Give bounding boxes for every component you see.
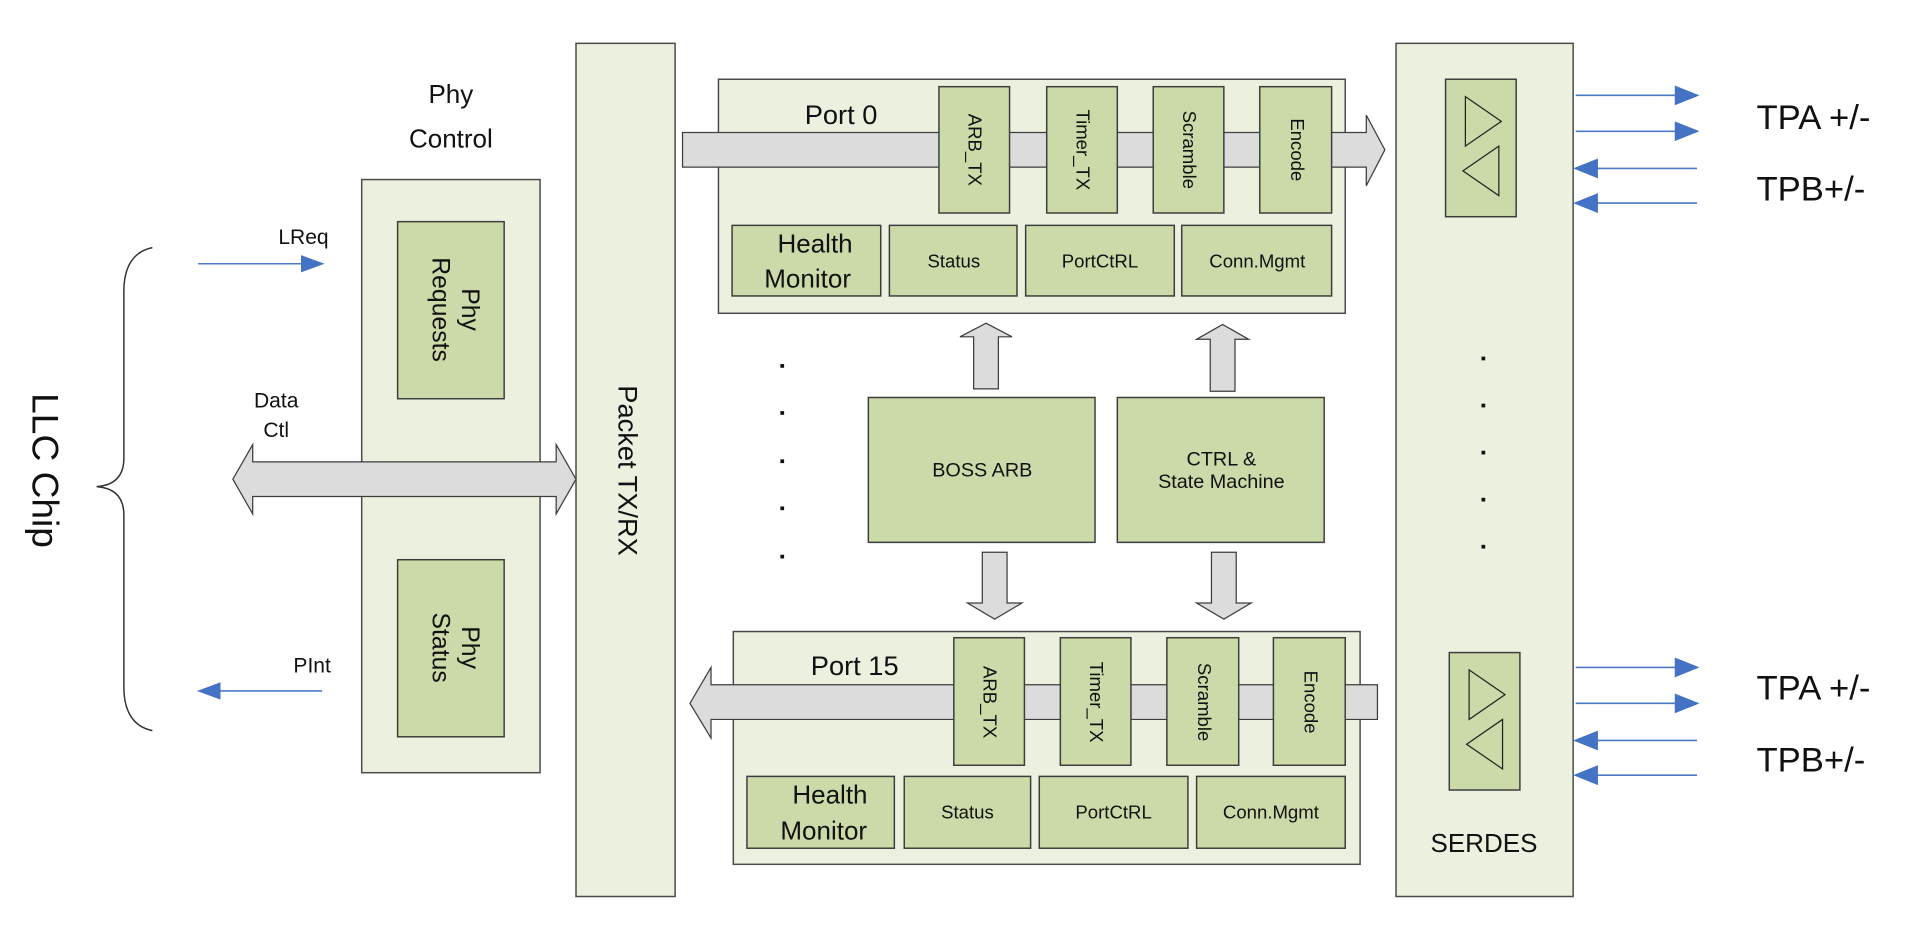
tpa-top-label: TPA +/-	[1756, 99, 1870, 137]
arrow-right-icon	[1674, 657, 1700, 678]
tpa-bottom-label: TPA +/-	[1756, 670, 1870, 708]
port-0-label: Port 0	[805, 99, 878, 130]
data-ctl-label-2: Ctl	[263, 419, 289, 442]
svg-text:Encode: Encode	[1287, 118, 1308, 181]
svg-text:ARB_TX: ARB_TX	[979, 666, 1001, 738]
ctrl-label-1: CTRL &	[1187, 449, 1257, 471]
svg-text:PortCtRL: PortCtRL	[1062, 250, 1138, 271]
tpa-bottom-signals: TPA +/-	[1575, 657, 1870, 714]
svg-text:Monitor: Monitor	[780, 816, 867, 846]
ctrl-label-2: State Machine	[1158, 471, 1285, 493]
port-15-label: Port 15	[811, 650, 899, 681]
svg-text:Scramble: Scramble	[1179, 111, 1200, 189]
tpb-top-signals: TPB+/-	[1573, 158, 1865, 213]
svg-text:LReq: LReq	[278, 226, 328, 249]
ctrl-up-arrow	[1194, 323, 1251, 392]
port-15: Port 15 ARB_TX Timer_TX Scramble Encode …	[689, 630, 1379, 866]
phy-control-title-1: Phy	[428, 79, 473, 109]
svg-text:Scramble: Scramble	[1194, 663, 1215, 741]
svg-text:PInt: PInt	[293, 654, 331, 677]
arrow-left-icon	[1573, 158, 1598, 179]
svg-text:Conn.Mgmt: Conn.Mgmt	[1223, 802, 1320, 823]
svg-text:Status: Status	[941, 802, 994, 823]
tpa-top-signals: TPA +/-	[1575, 85, 1870, 142]
lreq-signal: LReq	[198, 226, 329, 273]
tpb-bottom-label: TPB+/-	[1756, 741, 1865, 779]
boss-arb-up-arrow	[959, 322, 1013, 390]
packet-txrx-label: Packet TX/RX	[612, 385, 643, 556]
pint-signal: PInt	[196, 654, 331, 700]
svg-text:Health: Health	[792, 780, 867, 810]
svg-text:Monitor: Monitor	[764, 263, 851, 293]
block-diagram: LLC Chip LReq PInt Data Ctl Phy Control …	[24, 42, 1870, 898]
arrow-right-icon	[1674, 693, 1700, 714]
serdes-driver-bottom	[1448, 651, 1521, 791]
svg-text:Timer_TX: Timer_TX	[1085, 662, 1107, 743]
boss-arb-down-arrow	[965, 551, 1025, 620]
tpb-bottom-signals: TPB+/-	[1573, 730, 1865, 786]
tpb-top-label: TPB+/-	[1756, 171, 1865, 209]
port-0: Port 0 ARB_TX Timer_TX Scramble Encode H…	[681, 78, 1386, 315]
arrow-right-icon	[1674, 85, 1700, 106]
boss-arb-label: BOSS ARB	[932, 460, 1032, 482]
llc-brace	[96, 246, 153, 732]
arrow-right-icon	[1674, 121, 1700, 142]
svg-text:Status: Status	[927, 250, 980, 271]
serdes-label: SERDES	[1431, 828, 1538, 858]
phy-requests-label-2: Requests	[426, 257, 453, 362]
arrow-left-icon	[196, 682, 221, 700]
svg-text:ARB_TX: ARB_TX	[964, 114, 986, 186]
svg-text:Timer_TX: Timer_TX	[1071, 109, 1093, 190]
data-ctl-label-1: Data	[254, 389, 299, 412]
serdes-driver-top	[1444, 78, 1517, 218]
arrow-left-icon	[1573, 765, 1598, 786]
phy-status-label-2: Status	[426, 613, 453, 683]
svg-text:Health: Health	[777, 229, 852, 259]
phy-control-title-2: Control	[409, 123, 493, 153]
ctrl-down-arrow	[1194, 551, 1254, 620]
svg-text:Conn.Mgmt: Conn.Mgmt	[1209, 250, 1306, 271]
arrow-right-icon	[301, 255, 325, 273]
svg-text:PortCtRL: PortCtRL	[1075, 802, 1151, 823]
ports-ellipsis	[780, 364, 785, 559]
phy-status-label-1: Phy	[456, 626, 483, 669]
svg-text:Encode: Encode	[1300, 671, 1321, 734]
arrow-left-icon	[1573, 730, 1598, 751]
arrow-left-icon	[1573, 193, 1598, 213]
llc-chip-label: LLC Chip	[24, 393, 66, 548]
phy-requests-label-1: Phy	[456, 288, 483, 331]
